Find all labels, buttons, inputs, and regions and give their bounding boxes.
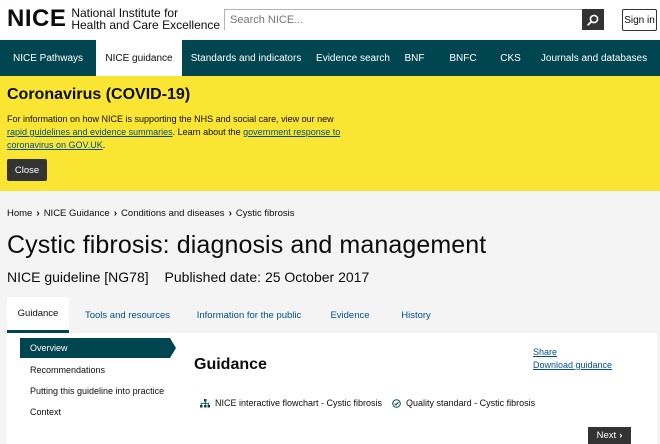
flowchart-icon [200, 398, 210, 407]
chevron-right-icon: › [36, 208, 40, 219]
breadcrumb-home[interactable]: Home [7, 208, 32, 219]
nav-item-cks[interactable]: CKS [493, 40, 528, 76]
rapid-guidelines-link[interactable]: rapid guidelines and evidence summaries [7, 127, 173, 137]
sign-in-button[interactable]: Sign in [622, 9, 657, 31]
chapter-item-context[interactable]: Context [20, 406, 170, 419]
nav-item-journals[interactable]: Journals and databases [528, 40, 660, 76]
nice-logo[interactable]: NICE National Institute for Health and C… [7, 5, 221, 32]
check-circle-icon [392, 398, 401, 408]
tab-guidance[interactable]: Guidance [7, 297, 69, 333]
search-input[interactable] [225, 10, 582, 30]
share-link[interactable]: Share [533, 346, 612, 359]
search-button[interactable] [582, 9, 604, 30]
chapter-item-recommendations[interactable]: Recommendations [20, 364, 170, 377]
page-title: Cystic fibrosis: diagnosis and managemen… [7, 231, 487, 259]
covid-banner: Coronavirus (COVID-19) For information o… [0, 76, 660, 191]
guideline-ref: NICE guideline [NG78] [7, 269, 149, 285]
download-guidance-link[interactable]: Download guidance [533, 359, 612, 372]
guidance-tabs: Guidance Tools and resources Information… [7, 297, 657, 333]
search-box [224, 9, 604, 30]
logo-text: National Institute for Health and Care E… [71, 6, 221, 32]
related-links: NICE interactive flowchart - Cystic fibr… [200, 398, 535, 408]
next-button[interactable]: Next › [588, 427, 631, 444]
chevron-right-icon: › [113, 208, 118, 219]
banner-heading: Coronavirus (COVID-19) [7, 86, 191, 103]
page-body: Home › NICE Guidance › Conditions and di… [0, 191, 660, 444]
logo-wordmark: NICE [7, 5, 67, 32]
breadcrumb: Home › NICE Guidance › Conditions and di… [7, 208, 295, 219]
section-heading: Guidance [194, 356, 267, 373]
flowchart-link[interactable]: NICE interactive flowchart - Cystic fibr… [200, 398, 382, 408]
tab-evidence[interactable]: Evidence [312, 297, 388, 333]
page-actions: Share Download guidance [533, 346, 612, 372]
page-subtitle: NICE guideline [NG78] Published date: 25… [7, 269, 369, 285]
chapter-nav: Overview Recommendations Putting this gu… [20, 338, 176, 427]
tab-information-for-public[interactable]: Information for the public [186, 297, 312, 333]
nav-item-standards[interactable]: Standards and indicators [182, 40, 310, 76]
guidance-content: Overview Recommendations Putting this gu… [7, 333, 657, 444]
nav-item-bnf[interactable]: BNF [396, 40, 433, 76]
tab-tools-and-resources[interactable]: Tools and resources [69, 297, 186, 333]
nav-item-evidence-search[interactable]: Evidence search [310, 40, 396, 76]
close-banner-button[interactable]: Close [7, 159, 47, 181]
breadcrumb-nice-guidance[interactable]: NICE Guidance [44, 208, 110, 219]
site-header: NICE National Institute for Health and C… [0, 0, 660, 40]
quality-standard-link[interactable]: Quality standard - Cystic fibrosis [392, 398, 535, 408]
breadcrumb-conditions[interactable]: Conditions and diseases [121, 208, 225, 219]
chapter-item-overview[interactable]: Overview [20, 338, 176, 358]
banner-text: For information on how NICE is supportin… [7, 114, 341, 150]
chevron-right-icon: › [228, 208, 232, 219]
search-icon [587, 14, 599, 26]
nav-item-bnfc[interactable]: BNFC [433, 40, 493, 76]
tab-history[interactable]: History [388, 297, 444, 333]
nav-item-nice-guidance[interactable]: NICE guidance [96, 40, 182, 76]
published-date: Published date: 25 October 2017 [164, 269, 370, 285]
chapter-item-putting-into-practice[interactable]: Putting this guideline into practice [20, 385, 170, 398]
breadcrumb-current: Cystic fibrosis [235, 208, 295, 219]
chevron-right-icon: › [619, 430, 623, 441]
nav-item-nice-pathways[interactable]: NICE Pathways [0, 40, 96, 76]
main-nav: NICE Pathways NICE guidance Standards an… [0, 40, 660, 76]
